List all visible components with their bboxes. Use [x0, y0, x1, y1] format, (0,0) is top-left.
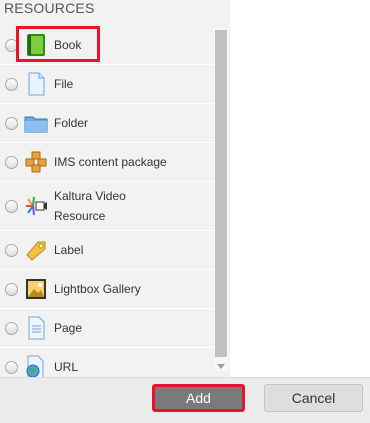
url-globe-icon	[24, 355, 48, 377]
item-label: Kaltura Video Resource	[54, 189, 126, 223]
radio-lightbox-gallery[interactable]	[5, 283, 18, 296]
scroll-down-arrow-icon[interactable]	[217, 364, 225, 369]
list-item-file[interactable]: File	[0, 65, 214, 104]
list-item-label[interactable]: Label	[0, 231, 214, 270]
list-item-folder[interactable]: Folder	[0, 104, 214, 143]
list-item-ims-content-package[interactable]: IMS content package	[0, 143, 214, 182]
item-label: IMS content package	[54, 155, 167, 169]
gallery-image-icon	[24, 277, 48, 301]
radio-url[interactable]	[5, 361, 18, 374]
book-highlight-box	[16, 26, 100, 62]
add-button[interactable]: Add	[152, 384, 245, 412]
scrollbar-thumb[interactable]	[215, 30, 227, 357]
radio-ims-content-package[interactable]	[5, 156, 18, 169]
item-label: Page	[54, 321, 83, 335]
radio-kaltura-video-resource[interactable]	[5, 200, 18, 213]
radio-file[interactable]	[5, 78, 18, 91]
list-item-page[interactable]: Page	[0, 309, 214, 348]
resource-chooser-panel: RESOURCES Book File Folder IMS content p…	[0, 0, 230, 377]
list-item-kaltura-video-resource[interactable]: Kaltura Video Resource	[0, 182, 214, 231]
resource-list: Book File Folder IMS content package Kal…	[0, 26, 214, 377]
cancel-button[interactable]: Cancel	[264, 384, 363, 412]
list-item-lightbox-gallery[interactable]: Lightbox Gallery	[0, 270, 214, 309]
radio-folder[interactable]	[5, 117, 18, 130]
item-label: Folder	[54, 116, 89, 130]
list-scrollbar[interactable]	[214, 28, 228, 371]
folder-icon	[24, 111, 48, 135]
item-label: File	[54, 77, 74, 91]
section-title: RESOURCES	[4, 0, 95, 16]
item-label: Lightbox Gallery	[54, 282, 141, 296]
dialog-footer: Add Cancel	[0, 377, 370, 423]
ims-package-icon	[24, 150, 48, 174]
kaltura-video-icon	[24, 194, 48, 218]
radio-label[interactable]	[5, 244, 18, 257]
radio-page[interactable]	[5, 322, 18, 335]
item-label: Label	[54, 243, 84, 257]
item-label: URL	[54, 360, 79, 374]
page-icon	[24, 316, 48, 340]
file-icon	[24, 72, 48, 96]
label-tag-icon	[24, 238, 48, 262]
list-item-url[interactable]: URL	[0, 348, 214, 377]
